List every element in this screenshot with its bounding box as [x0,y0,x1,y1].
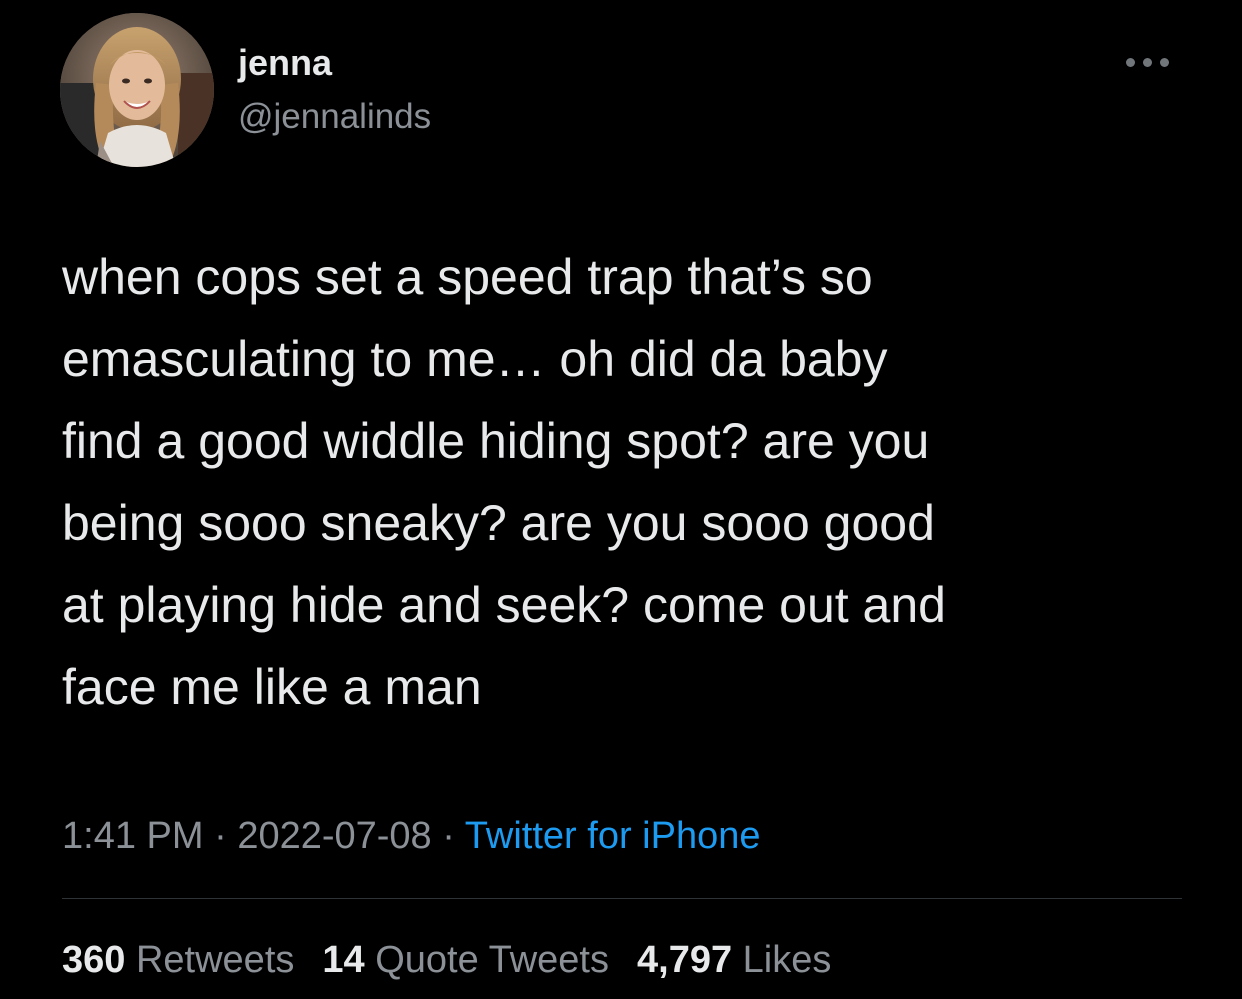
quote-tweets-stat[interactable]: 14 Quote Tweets [322,939,609,981]
divider [62,898,1182,899]
retweets-label: Retweets [135,939,295,981]
tweet-time[interactable]: 1:41 PM [62,815,204,857]
dot [1125,57,1135,67]
quote-tweets-count: 14 [322,939,365,981]
dot [1142,57,1152,67]
meta-separator: · [431,815,465,857]
dot [1159,57,1169,67]
tweet-stats: 360 Retweets 14 Quote Tweets 4,797 Likes [62,932,831,988]
tweet: jenna @jennalinds when cops set a speed … [0,0,1242,999]
display-name[interactable]: jenna [238,40,332,86]
meta-separator: · [203,815,238,857]
tweet-text: when cops set a speed trap that’s so ema… [62,249,946,715]
more-dots-icon[interactable] [1116,50,1178,74]
likes-count: 4,797 [637,939,733,981]
tweet-meta: 1:41 PM · 2022-07-08 · Twitter for iPhon… [62,808,760,864]
user-handle[interactable]: @jennalinds [238,94,431,140]
likes-stat[interactable]: 4,797 Likes [637,939,831,981]
avatar[interactable] [60,13,214,167]
tweet-source-link[interactable]: Twitter for iPhone [465,815,761,857]
tweet-date[interactable]: 2022-07-08 [237,815,431,857]
retweets-stat[interactable]: 360 Retweets [62,939,294,981]
retweets-count: 360 [62,939,126,981]
quote-tweets-label: Quote Tweets [375,939,609,981]
likes-label: Likes [742,939,832,981]
avatar-photo [60,13,214,167]
